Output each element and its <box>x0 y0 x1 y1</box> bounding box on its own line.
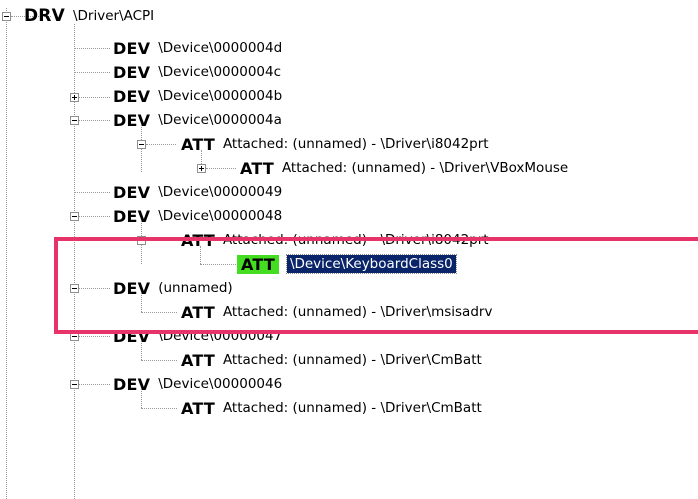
tree-node-att-cmbatt-b[interactable]: ATT Attached: (unnamed) - \Driver\CmBatt <box>181 396 482 420</box>
node-path: \Device\0000004d <box>158 40 283 56</box>
node-type-label: DEV <box>113 182 151 202</box>
tree-node-dev-4b[interactable]: DEV \Device\0000004b <box>113 84 282 108</box>
tree-line <box>74 72 110 73</box>
tree-line <box>206 168 236 169</box>
node-path: Attached: (unnamed) - \Driver\CmBatt <box>222 352 482 368</box>
tree-line <box>6 8 7 499</box>
node-path: \Device\00000049 <box>158 184 283 200</box>
tree-line <box>146 144 176 145</box>
expand-icon[interactable] <box>70 93 79 102</box>
tree-line <box>79 120 110 121</box>
node-path: \Driver\ACPI <box>72 8 155 24</box>
node-path: \Device\00000046 <box>158 376 283 392</box>
node-type-label: DEV <box>113 374 151 394</box>
node-type-label: DEV <box>113 110 151 130</box>
node-path: \Device\00000048 <box>158 208 283 224</box>
node-type-label: ATT <box>181 134 215 154</box>
tree-line <box>141 408 177 409</box>
node-path: \Device\0000004c <box>158 64 282 80</box>
collapse-icon[interactable] <box>137 140 146 149</box>
node-type-label: ATT <box>181 350 215 370</box>
collapse-icon[interactable] <box>70 380 79 389</box>
node-path: \Device\0000004b <box>158 88 283 104</box>
node-type-label: DRV <box>24 6 65 26</box>
tree-line <box>79 336 110 337</box>
tree-line <box>79 97 110 98</box>
tree-node-dev-46[interactable]: DEV \Device\00000046 <box>113 372 282 396</box>
tree-line <box>79 384 110 385</box>
tree-line <box>74 48 110 49</box>
highlight-box <box>54 237 698 334</box>
node-type-label: DEV <box>113 38 151 58</box>
tree-line <box>74 192 110 193</box>
tree-line <box>141 360 177 361</box>
tree-node-dev-48[interactable]: DEV \Device\00000048 <box>113 204 282 228</box>
expand-icon[interactable] <box>197 164 206 173</box>
tree-node-att-cmbatt-a[interactable]: ATT Attached: (unnamed) - \Driver\CmBatt <box>181 348 482 372</box>
node-type-label: ATT <box>240 158 274 178</box>
node-path: Attached: (unnamed) - \Driver\VBoxMouse <box>281 160 569 176</box>
collapse-icon[interactable] <box>70 212 79 221</box>
tree-line <box>79 216 110 217</box>
node-type-label: DEV <box>113 206 151 226</box>
tree-node-dev-4c[interactable]: DEV \Device\0000004c <box>113 60 281 84</box>
node-type-label: ATT <box>181 398 215 418</box>
node-type-label: DEV <box>113 62 151 82</box>
node-type-label: DEV <box>113 86 151 106</box>
collapse-icon[interactable] <box>2 12 11 21</box>
tree-node-dev-4d[interactable]: DEV \Device\0000004d <box>113 36 282 60</box>
tree-node-root[interactable]: DRV \Driver\ACPI <box>24 4 154 28</box>
tree-node-att-vboxmouse[interactable]: ATT Attached: (unnamed) - \Driver\VBoxMo… <box>240 156 568 180</box>
node-path: Attached: (unnamed) - \Driver\i8042prt <box>222 136 489 152</box>
collapse-icon[interactable] <box>70 116 79 125</box>
tree-node-dev-49[interactable]: DEV \Device\00000049 <box>113 180 282 204</box>
tree-node-att-i8042-a[interactable]: ATT Attached: (unnamed) - \Driver\i8042p… <box>181 132 489 156</box>
driver-tree-view[interactable]: DRV \Driver\ACPI DEV \Device\0000004d DE… <box>0 0 698 499</box>
node-path: Attached: (unnamed) - \Driver\CmBatt <box>222 400 482 416</box>
tree-node-dev-4a[interactable]: DEV \Device\0000004a <box>113 108 282 132</box>
node-path: \Device\0000004a <box>158 112 282 128</box>
